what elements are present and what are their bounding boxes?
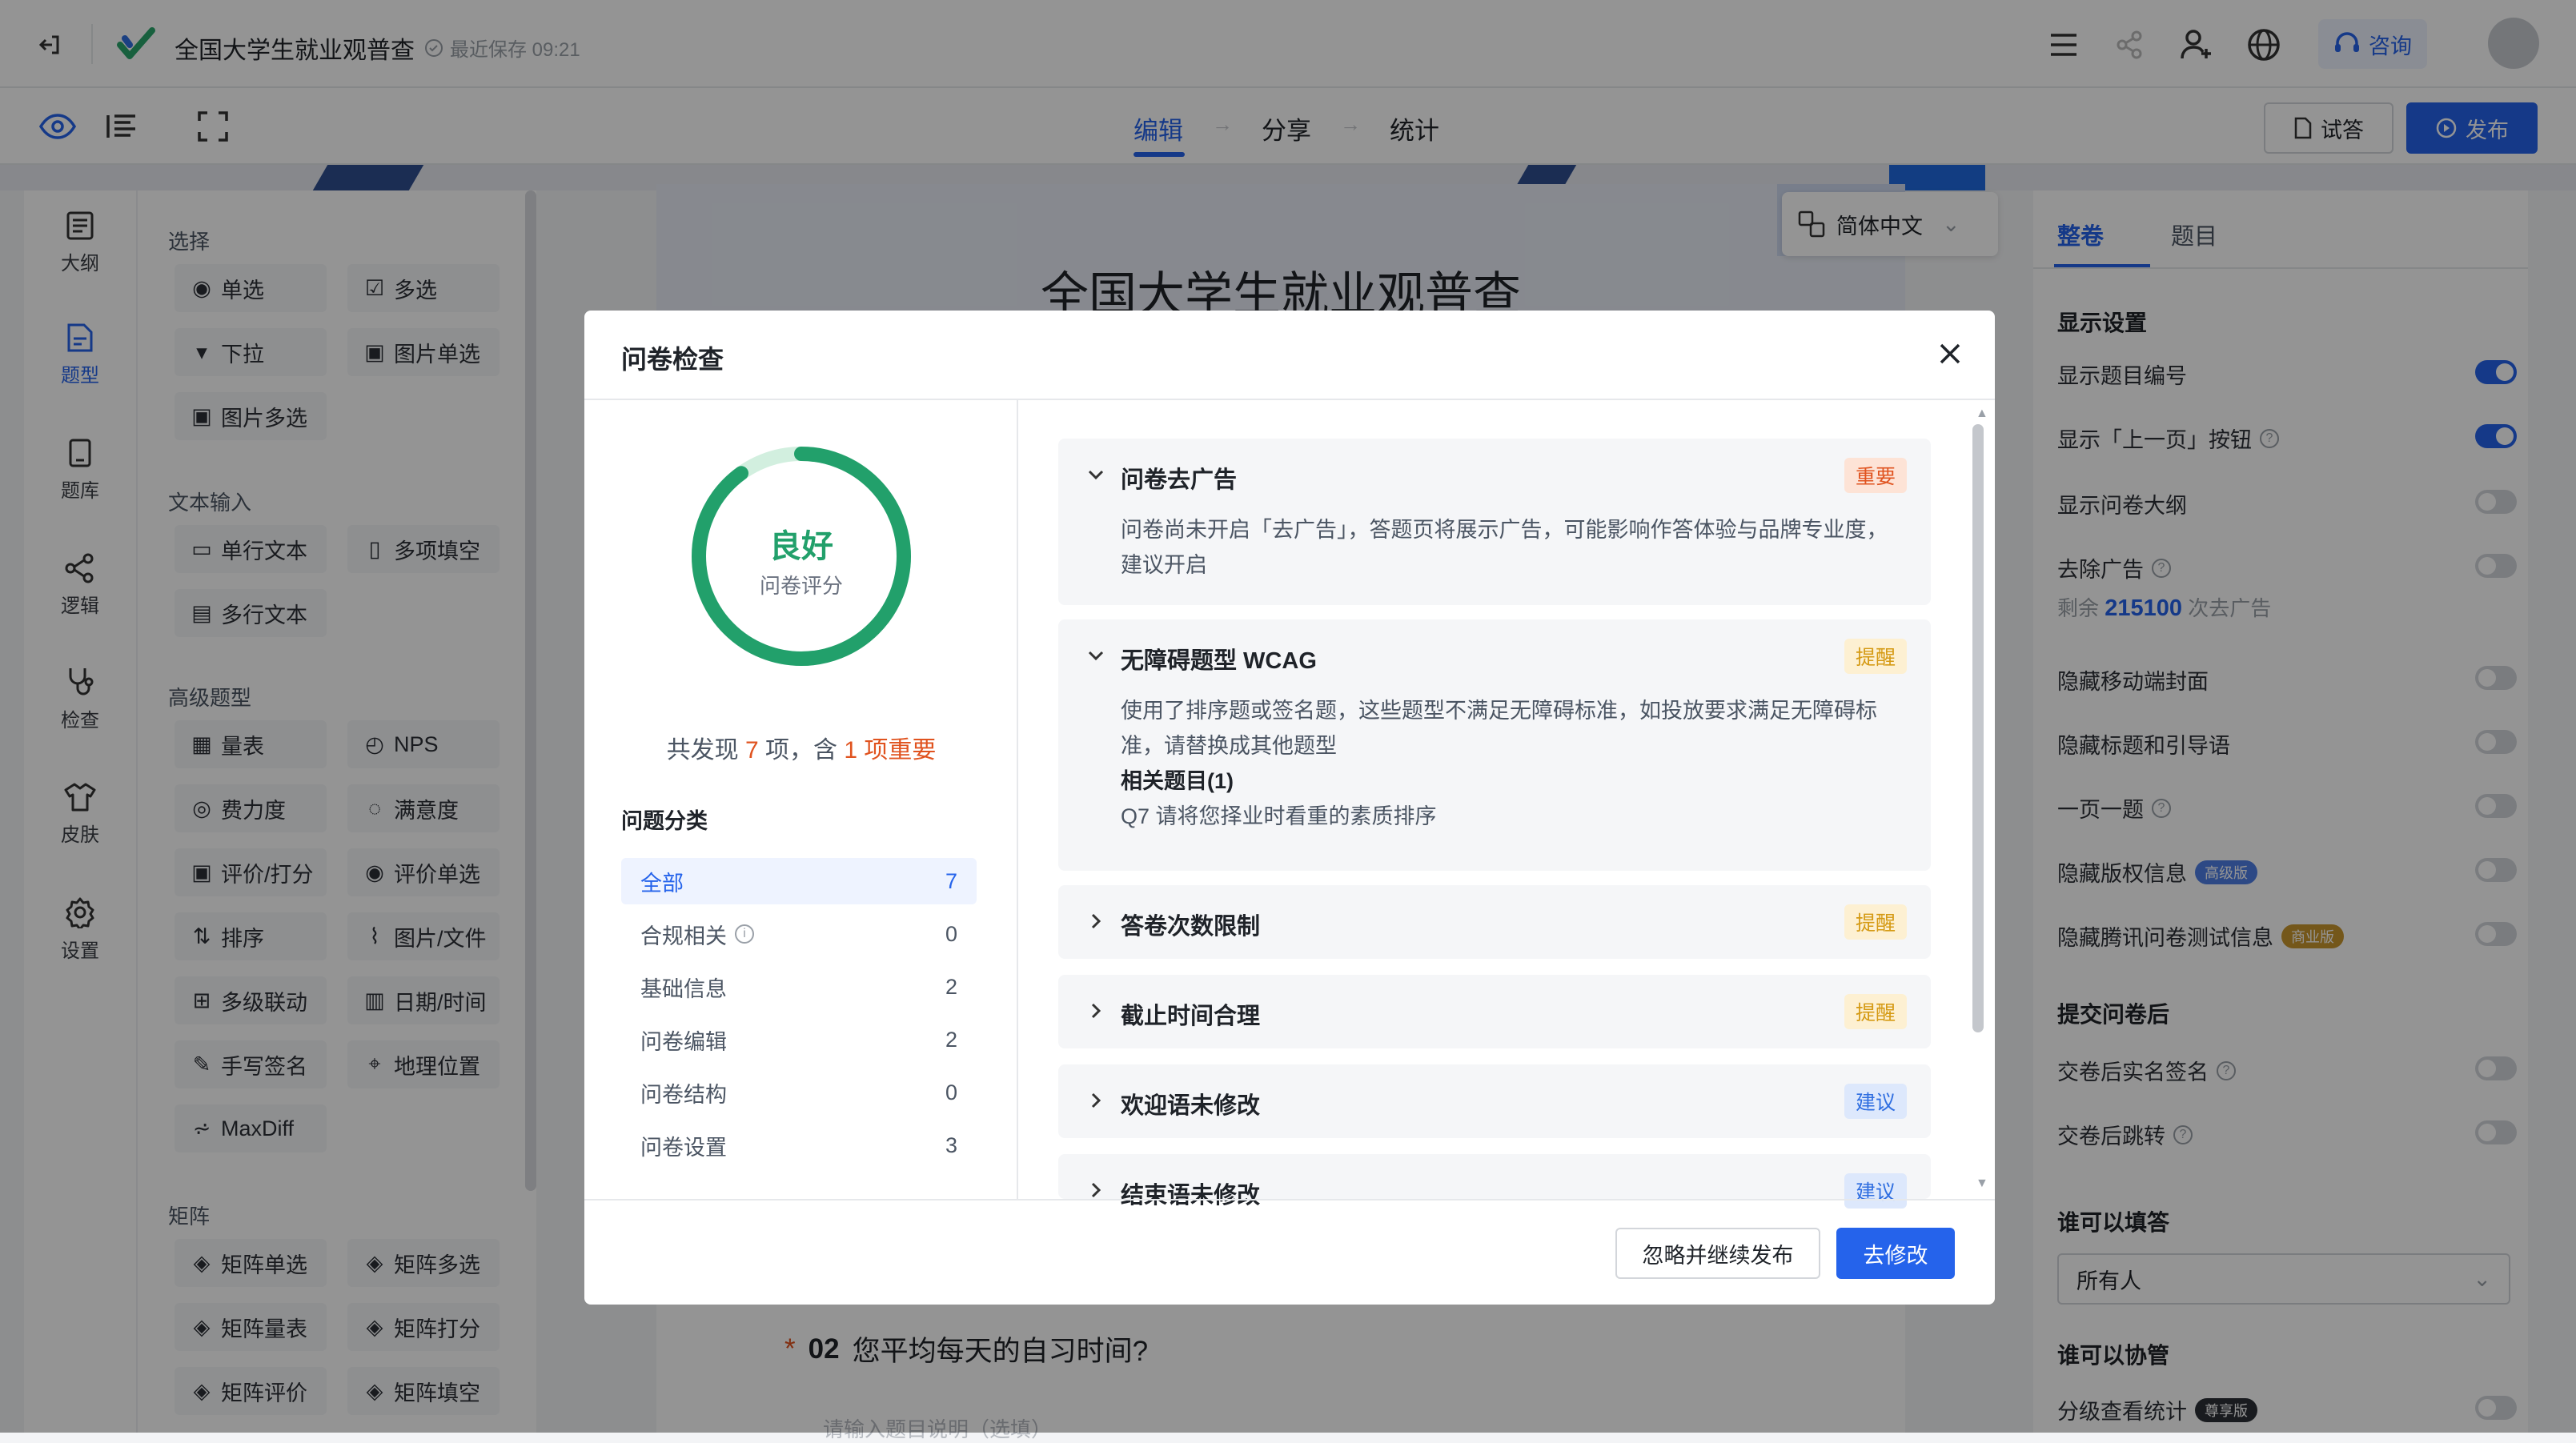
chevron-right-icon[interactable]: [1085, 911, 1106, 932]
issue-title: 问卷去广告: [1121, 467, 1238, 493]
category-item[interactable]: 基础信息 2: [621, 964, 977, 1010]
scroll-down-icon[interactable]: ▼: [1976, 1176, 1988, 1191]
issue-card[interactable]: 问卷去广告 重要问卷尚未开启「去广告」，答题页将展示广告，可能影响作答体验与品牌专…: [1058, 439, 1931, 605]
category-label-wrap: 问卷编辑: [640, 1024, 727, 1056]
close-icon[interactable]: [1934, 338, 1966, 370]
category-item[interactable]: 合规相关 i 0: [621, 911, 977, 957]
chevron-down-icon[interactable]: [1085, 645, 1106, 666]
chevron-right-icon[interactable]: [1085, 1000, 1106, 1021]
issue-level-tag: 建议: [1844, 1084, 1907, 1119]
issue-card[interactable]: 截止时间合理 提醒: [1058, 975, 1931, 1048]
category-count: 2: [945, 974, 957, 999]
category-count: 0: [945, 1080, 957, 1104]
survey-check-dialog: 问卷检查 良好 问卷评分 共发现 7 项，含 1 项重要 问题分类 全部 7 合规相…: [584, 311, 1995, 1305]
issue-card[interactable]: 无障碍题型 WCAG 提醒使用了排序题或签名题，这些题型不满足无障碍标准，如投放要…: [1058, 619, 1931, 871]
issue-title: 无障碍题型 WCAG: [1121, 648, 1317, 674]
issue-level-tag: 提醒: [1844, 904, 1907, 940]
issue-level-tag: 提醒: [1844, 994, 1907, 1029]
category-item[interactable]: 问卷结构 0: [621, 1069, 977, 1116]
issue-card[interactable]: 答卷次数限制 提醒: [1058, 885, 1931, 959]
issue-level-tag: 提醒: [1844, 639, 1907, 674]
related-questions-label: 相关题目(1): [1121, 769, 1234, 793]
issue-description: 使用了排序题或签名题，这些题型不满足无障碍标准，如投放要求满足无障碍标准，请替换…: [1121, 699, 1877, 758]
category-item[interactable]: 全部 7: [621, 858, 977, 904]
dialog-footer: 忽略并继续发布 去修改: [584, 1199, 1995, 1305]
chevron-right-icon[interactable]: [1085, 1090, 1106, 1111]
category-item[interactable]: 问卷编辑 2: [621, 1016, 977, 1063]
issue-list-scrollbar[interactable]: [1972, 424, 1984, 1032]
score-panel: 良好 问卷评分 共发现 7 项，含 1 项重要 问题分类 全部 7 合规相关 i 0 基础…: [584, 400, 1018, 1199]
category-count: 7: [945, 868, 957, 893]
category-count: 0: [945, 921, 957, 946]
category-label-wrap: 问卷结构: [640, 1077, 727, 1108]
issue-title: 答卷次数限制: [1121, 914, 1261, 940]
issue-title: 截止时间合理: [1121, 1004, 1261, 1029]
dialog-title: 问卷检查: [621, 345, 724, 374]
category-label: 基础信息: [640, 976, 727, 1001]
category-label-wrap: 合规相关 i: [640, 919, 754, 950]
related-question-link[interactable]: Q7 请将您择业时看重的素质排序: [1121, 799, 1905, 834]
category-label-wrap: 基础信息: [640, 972, 727, 1003]
dialog-header: 问卷检查: [584, 311, 1995, 400]
go-fix-button[interactable]: 去修改: [1836, 1228, 1955, 1279]
category-label: 问卷结构: [640, 1082, 727, 1107]
category-label: 全部: [640, 871, 684, 896]
category-item[interactable]: 问卷设置 3: [621, 1122, 977, 1168]
issue-level-tag: 重要: [1844, 458, 1907, 493]
category-heading: 问题分类: [621, 809, 708, 833]
issue-description: 问卷尚未开启「去广告」，答题页将展示广告，可能影响作答体验与品牌专业度，建议开启: [1121, 518, 1888, 577]
category-label: 问卷编辑: [640, 1029, 727, 1054]
issue-summary: 共发现 7 项，含 1 项重要: [666, 737, 937, 764]
category-label-wrap: 问卷设置: [640, 1130, 727, 1161]
score-sublabel: 问卷评分: [759, 574, 843, 598]
category-label: 合规相关: [640, 924, 727, 948]
category-count: 2: [945, 1027, 957, 1052]
category-label-wrap: 全部: [640, 866, 684, 897]
ignore-and-publish-button[interactable]: 忽略并继续发布: [1615, 1228, 1820, 1279]
chevron-right-icon[interactable]: [1085, 1180, 1106, 1200]
info-icon[interactable]: i: [735, 924, 754, 944]
score-label: 良好: [769, 529, 833, 564]
issue-card[interactable]: 欢迎语未修改 建议: [1058, 1064, 1931, 1138]
issue-title: 欢迎语未修改: [1121, 1093, 1261, 1119]
issue-card[interactable]: 结束语未修改 建议: [1058, 1154, 1931, 1209]
chevron-down-icon[interactable]: [1085, 464, 1106, 485]
category-label: 问卷设置: [640, 1135, 727, 1160]
category-count: 3: [945, 1132, 957, 1157]
scroll-up-icon[interactable]: ▲: [1976, 407, 1988, 421]
